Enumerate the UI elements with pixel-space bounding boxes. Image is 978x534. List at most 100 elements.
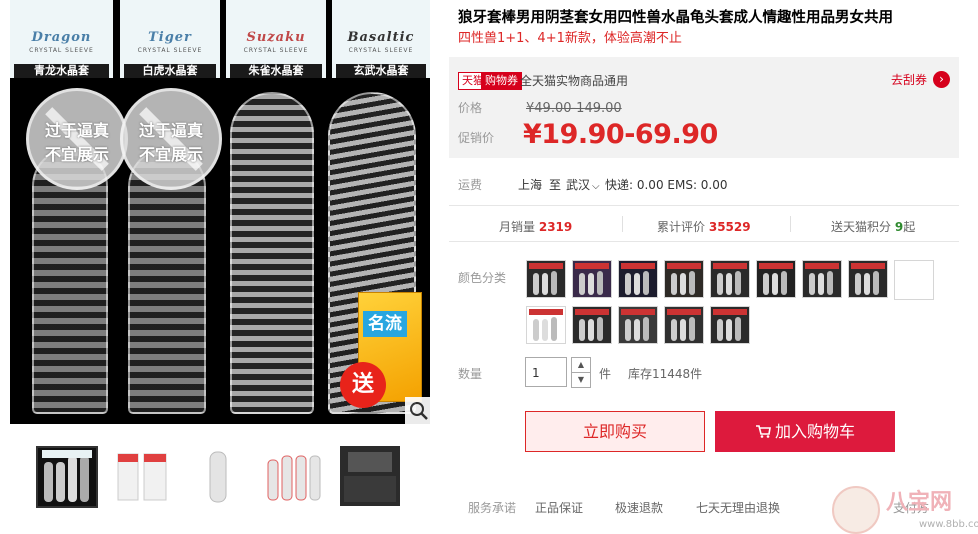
- thumbnail-5[interactable]: [340, 446, 400, 506]
- package-subtitle: CRYSTAL SLEEVE: [137, 47, 203, 54]
- service-item[interactable]: 七天无理由退换: [696, 499, 780, 516]
- shipping-label: 运费: [458, 178, 483, 192]
- package-name: 玄武水晶套: [336, 64, 426, 78]
- quantity-input[interactable]: 1: [525, 357, 567, 387]
- tmall-points-label: 送天猫积分: [831, 220, 892, 234]
- sleeve-3: [230, 92, 314, 414]
- color-swatch[interactable]: [572, 306, 612, 344]
- package-logo: Basaltic: [347, 30, 415, 45]
- product-subtitle: 四性兽1+1、4+1新款，体验高潮不止: [458, 31, 682, 46]
- censor-overlay: 过于逼真 不宜展示: [120, 88, 222, 190]
- shipping-fee: 快递: 0.00 EMS: 0.00: [605, 178, 728, 192]
- service-item[interactable]: 正品保证: [535, 499, 583, 516]
- thumbnail-2[interactable]: [112, 446, 172, 506]
- divider: [449, 241, 959, 242]
- gift-brand: 名流: [363, 311, 407, 337]
- censor-overlay: 过于逼真 不宜展示: [26, 88, 128, 190]
- original-price: ¥49.00-149.00: [526, 101, 622, 116]
- package-logo: Suzaku: [246, 30, 306, 45]
- cart-icon: [755, 425, 771, 438]
- package-logo: Dragon: [31, 30, 92, 45]
- package-name: 朱雀水晶套: [230, 64, 322, 78]
- price-panel: 天猫 购物券 全天猫实物商品通用 去刮券 › 价格 ¥49.00-149.00 …: [449, 57, 959, 158]
- package-name: 白虎水晶套: [124, 64, 216, 78]
- quantity-label: 数量: [458, 367, 483, 381]
- add-to-cart-button[interactable]: 加入购物车: [715, 411, 895, 452]
- quantity-unit: 件: [599, 367, 612, 381]
- color-swatch[interactable]: [894, 260, 934, 300]
- package-suzaku: Suzaku CRYSTAL SLEEVE 朱雀水晶套: [226, 0, 326, 78]
- package-subtitle: CRYSTAL SLEEVE: [243, 47, 309, 54]
- thumbnail-3[interactable]: [188, 446, 248, 506]
- package-basaltic: Basaltic CRYSTAL SLEEVE 玄武水晶套: [332, 0, 430, 78]
- package-subtitle: CRYSTAL SLEEVE: [348, 47, 414, 54]
- divider: [622, 216, 623, 232]
- thumbnail-image: [209, 451, 227, 503]
- get-coupon-link[interactable]: 去刮券: [891, 71, 927, 88]
- shipping-destination: 武汉: [566, 178, 591, 192]
- tmall-points: 送天猫积分 9起: [831, 218, 915, 235]
- color-swatch[interactable]: [710, 260, 750, 298]
- color-swatch[interactable]: [664, 306, 704, 344]
- watermark-logo: [832, 486, 880, 534]
- original-price-label: 价格: [458, 101, 483, 115]
- main-product-image: Dragon CRYSTAL SLEEVE 青龙水晶套 Tiger CRYSTA…: [10, 0, 430, 424]
- shopping-voucher-badge: 购物券: [481, 72, 522, 90]
- color-swatch[interactable]: [756, 260, 796, 298]
- chevron-down-icon: ⌵: [592, 181, 600, 192]
- thumbnail-image: [117, 453, 167, 501]
- review-count-value: 35529: [708, 220, 751, 234]
- color-swatch[interactable]: [618, 306, 658, 344]
- color-swatch[interactable]: [526, 260, 566, 298]
- thumbnail-1[interactable]: [36, 446, 98, 508]
- sale-price-label: 促销价: [458, 131, 495, 145]
- color-swatch[interactable]: [802, 260, 842, 298]
- divider: [449, 205, 959, 206]
- watermark-text: 八宝网: [886, 490, 953, 515]
- color-swatch[interactable]: [526, 306, 566, 344]
- package-name: 青龙水晶套: [14, 64, 109, 78]
- censor-text: 过于逼真: [138, 121, 203, 140]
- service-label: 服务承诺: [468, 501, 517, 515]
- censor-text: 过于逼真: [44, 121, 109, 140]
- sale-price: ¥19.90-69.90: [523, 119, 718, 150]
- thumbnail-image: [344, 452, 396, 502]
- gift-badge: 送: [340, 362, 386, 408]
- thumbnail-image: [42, 450, 92, 502]
- monthly-sales: 月销量 2319: [499, 218, 572, 235]
- color-swatch[interactable]: [664, 260, 704, 298]
- watermark-url: www.8bb.com: [919, 519, 978, 530]
- thumbnail-4[interactable]: [264, 446, 324, 506]
- color-swatch[interactable]: [848, 260, 888, 298]
- buy-now-button[interactable]: 立即购买: [525, 411, 705, 452]
- package-dragon: Dragon CRYSTAL SLEEVE 青龙水晶套: [10, 0, 113, 78]
- chevron-down-icon: ▼: [577, 375, 585, 384]
- review-count-label: 累计评价: [657, 220, 706, 234]
- buy-now-label: 立即购买: [582, 422, 647, 441]
- color-swatch[interactable]: [572, 260, 612, 298]
- chevron-right-icon[interactable]: ›: [933, 71, 950, 88]
- shipping-destination-select[interactable]: 武汉 ⌵: [566, 176, 600, 193]
- quantity-increase-button[interactable]: ▲: [571, 357, 591, 373]
- magnifier-icon: [410, 402, 428, 420]
- quantity-decrease-button[interactable]: ▼: [571, 372, 591, 388]
- color-option-label: 颜色分类: [458, 271, 507, 285]
- thumbnail-image: [267, 455, 321, 501]
- color-swatch[interactable]: [710, 306, 750, 344]
- add-to-cart-label: 加入购物车: [774, 422, 855, 441]
- monthly-sales-value: 2319: [538, 220, 573, 234]
- shipping-from: 上海: [518, 178, 543, 192]
- service-item[interactable]: 极速退款: [615, 499, 663, 516]
- review-count[interactable]: 累计评价 35529: [657, 218, 751, 235]
- package-logo: Tiger: [148, 30, 192, 45]
- coupon-text: 全天猫实物商品通用: [520, 74, 629, 88]
- tmall-points-suffix: 起: [903, 220, 916, 234]
- package-subtitle: CRYSTAL SLEEVE: [29, 47, 94, 54]
- chevron-up-icon: ▲: [577, 360, 585, 369]
- divider: [790, 216, 791, 232]
- product-title: 狼牙套棒男用阴茎套女用四性兽水晶龟头套成人情趣性用品男女共用: [458, 10, 893, 26]
- shipping-to-word: 至: [549, 178, 562, 192]
- color-swatch[interactable]: [618, 260, 658, 298]
- zoom-button[interactable]: [405, 397, 430, 424]
- censor-text: 不宜展示: [138, 145, 203, 164]
